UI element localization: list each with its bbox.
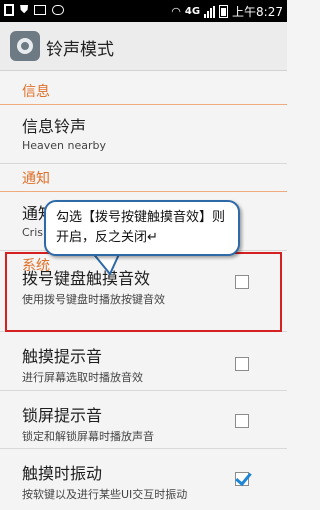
section-label-notify: 通知 bbox=[22, 171, 50, 187]
item-title: 锁屏提示音 bbox=[22, 406, 103, 425]
list-item-lock-sound[interactable]: 锁屏提示音 锁定和解锁屏幕时播放声音 bbox=[0, 390, 287, 449]
item-subtitle: 进行屏幕选取时播放音效 bbox=[22, 371, 143, 384]
status-left: ⛊ bbox=[4, 3, 65, 17]
status-right: ◠ 4G 上午8:27 bbox=[171, 3, 283, 20]
vibrate-checkbox[interactable] bbox=[235, 472, 249, 486]
notification-icon bbox=[4, 4, 14, 16]
item-subtitle: 按软键以及进行某些UI交互时振动 bbox=[22, 488, 188, 501]
clock: 上午8:27 bbox=[232, 5, 283, 19]
lock-sound-checkbox[interactable] bbox=[235, 414, 249, 428]
section-label-info: 信息 bbox=[22, 84, 50, 100]
item-subtitle: Heaven nearby bbox=[22, 139, 107, 152]
shield-icon: ⛊ bbox=[20, 3, 29, 16]
callout-bubble: 勾选【拨号按键触摸音效】则开启，反之关闭↵ bbox=[44, 200, 240, 256]
item-subtitle: Cris bbox=[22, 226, 43, 239]
network-type: 4G bbox=[184, 6, 201, 17]
section-header-info: 信息 bbox=[0, 76, 287, 105]
list-item-message-ringtone[interactable]: 信息铃声 Heaven nearby bbox=[0, 105, 287, 164]
item-subtitle: 锁定和解锁屏幕时播放声音 bbox=[22, 430, 154, 443]
page-title: 铃声模式 bbox=[46, 40, 114, 60]
status-bar: ⛊ ◠ 4G 上午8:27 bbox=[0, 0, 287, 22]
signal-icon bbox=[204, 5, 216, 18]
action-bar: 铃声模式 bbox=[0, 22, 287, 71]
item-title: 触摸提示音 bbox=[22, 347, 103, 366]
touch-sound-checkbox[interactable] bbox=[235, 357, 249, 371]
list-item-vibrate[interactable]: 触摸时振动 按软键以及进行某些UI交互时振动 bbox=[0, 448, 287, 510]
section-header-notify: 通知 bbox=[0, 163, 287, 192]
item-title: 信息铃声 bbox=[22, 117, 87, 136]
list-item-touch-sound[interactable]: 触摸提示音 进行屏幕选取时播放音效 bbox=[0, 331, 287, 391]
image-icon bbox=[34, 5, 47, 15]
settings-icon[interactable] bbox=[10, 31, 40, 61]
item-title: 触摸时振动 bbox=[22, 464, 103, 483]
wechat-icon bbox=[52, 5, 65, 15]
highlight-box bbox=[5, 252, 282, 332]
wifi-icon: ◠ bbox=[171, 5, 181, 18]
callout-text: 勾选【拨号按键触摸音效】则开启，反之关闭↵ bbox=[56, 210, 226, 245]
battery-icon bbox=[219, 5, 229, 18]
